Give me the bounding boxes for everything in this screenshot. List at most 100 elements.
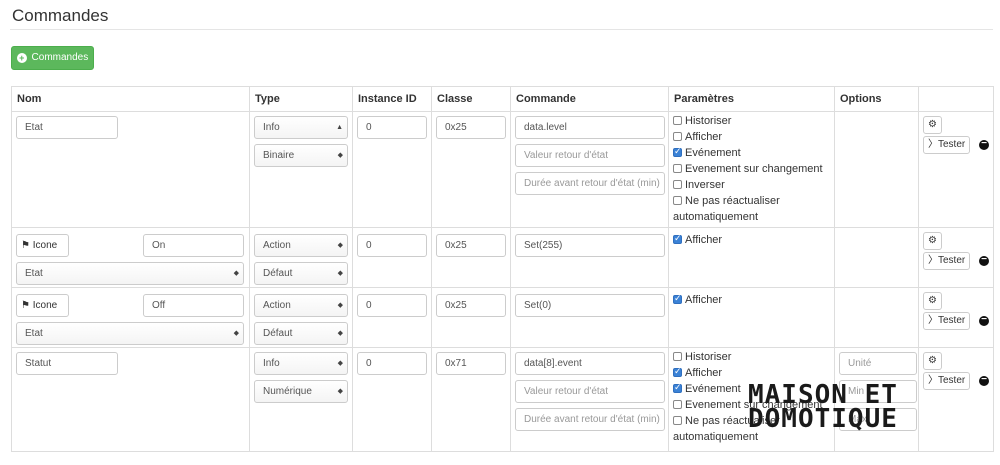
commande-input[interactable]: Set(0)	[515, 294, 665, 317]
classe-input[interactable]: 0x71	[436, 352, 506, 375]
classe-input[interactable]: 0x25	[436, 234, 506, 257]
checkbox[interactable]	[673, 233, 682, 244]
param-ne-pas-reactualiser[interactable]: Ne pas réactualiser	[673, 195, 780, 207]
checkbox[interactable]	[673, 180, 682, 189]
col-header-actions	[918, 86, 994, 112]
commande-input[interactable]: data.level	[515, 116, 665, 139]
tester-button[interactable]: 〉Tester	[923, 252, 971, 270]
col-header-options: Options	[834, 86, 919, 112]
title-divider	[10, 29, 993, 30]
gears-icon: ⚙	[928, 355, 937, 366]
commande-input[interactable]: Set(255)	[515, 234, 665, 257]
remove-icon[interactable]: −	[979, 255, 989, 266]
flag-icon: ⚑	[21, 240, 30, 251]
param-historiser[interactable]: Historiser	[673, 351, 731, 363]
name-input[interactable]: On	[143, 234, 244, 257]
param-afficher[interactable]: Afficher	[673, 366, 722, 379]
watermark-line-2: DOMOTIQUE	[748, 404, 898, 434]
param-label-continuation: automatiquement	[673, 211, 758, 223]
col-header-nom: Nom	[11, 86, 250, 112]
duree-retour-input[interactable]: Durée avant retour d'état (min)	[515, 408, 665, 431]
linked-info-select[interactable]: Etat ◆	[16, 262, 244, 285]
param-afficher[interactable]: Afficher	[673, 131, 722, 143]
rss-icon: 〉	[928, 139, 938, 150]
duree-retour-input[interactable]: Durée avant retour d'état (min)	[515, 172, 665, 195]
param-historiser[interactable]: Historiser	[673, 115, 731, 127]
table-header-row: Nom Type Instance ID Classe Commande Par…	[11, 86, 994, 112]
checkbox[interactable]	[673, 146, 682, 157]
updown-arrows-icon: ◆	[337, 388, 343, 395]
checkbox[interactable]	[673, 352, 682, 361]
type-select[interactable]: Action ◆	[254, 234, 348, 257]
updown-arrows-icon: ◆	[233, 270, 239, 277]
instance-id-input[interactable]: 0	[357, 352, 427, 375]
instance-id-input[interactable]: 0	[357, 116, 427, 139]
checkbox[interactable]	[673, 416, 682, 425]
tester-button[interactable]: 〉Tester	[923, 312, 971, 330]
add-command-label: Commandes	[31, 52, 89, 63]
checkbox[interactable]	[673, 132, 682, 141]
param-evenement[interactable]: Evénement	[673, 146, 741, 159]
classe-input[interactable]: 0x25	[436, 294, 506, 317]
param-label-continuation: automatiquement	[673, 431, 758, 443]
icon-button[interactable]: ⚑ Icone	[16, 234, 69, 257]
icon-button[interactable]: ⚑ Icone	[16, 294, 69, 317]
param-afficher[interactable]: Afficher	[673, 293, 722, 306]
table-row: ⚑ Icone On Etat ◆ Action ◆ Défaut ◆ 0 0x25 …	[11, 227, 994, 288]
name-input[interactable]: Statut	[16, 352, 118, 375]
remove-icon[interactable]: −	[979, 139, 989, 150]
retour-etat-input[interactable]: Valeur retour d'état	[515, 380, 665, 403]
checkbox[interactable]	[673, 366, 682, 377]
gears-icon: ⚙	[928, 119, 937, 130]
table-row: ⚑ Icone Off Etat ◆ Action ◆ Défaut ◆ 0 0x25…	[11, 287, 994, 348]
unit-input[interactable]: Unité	[839, 352, 917, 375]
subtype-select[interactable]: Binaire ◆	[254, 144, 348, 167]
subtype-select[interactable]: Défaut ◆	[254, 262, 348, 285]
subtype-select[interactable]: Défaut ◆	[254, 322, 348, 345]
config-button[interactable]: ⚙	[923, 116, 942, 134]
linked-info-select[interactable]: Etat ◆	[16, 322, 244, 345]
gears-icon: ⚙	[928, 295, 937, 306]
config-button[interactable]: ⚙	[923, 232, 942, 250]
tester-button[interactable]: 〉Tester	[923, 136, 971, 154]
checkbox[interactable]	[673, 196, 682, 205]
checkbox[interactable]	[673, 293, 682, 304]
checkbox[interactable]	[673, 164, 682, 173]
param-afficher[interactable]: Afficher	[673, 233, 722, 246]
watermark-logo: MAISON ET DOMOTIQUE	[748, 382, 958, 434]
retour-etat-input[interactable]: Valeur retour d'état	[515, 144, 665, 167]
classe-input[interactable]: 0x25	[436, 116, 506, 139]
name-input[interactable]: Off	[143, 294, 244, 317]
add-command-button[interactable]: + Commandes	[11, 46, 94, 70]
type-select[interactable]: Info ◆	[254, 352, 348, 375]
col-header-parametres: Paramètres	[668, 86, 835, 112]
config-button[interactable]: ⚙	[923, 352, 942, 370]
updown-arrows-icon: ◆	[337, 360, 343, 367]
col-header-instance-id: Instance ID	[352, 86, 432, 112]
param-evenement[interactable]: Evénement	[673, 382, 741, 395]
updown-arrows-icon: ◆	[337, 242, 343, 249]
updown-arrows-icon: ◆	[337, 152, 343, 159]
config-button[interactable]: ⚙	[923, 292, 942, 310]
checkbox[interactable]	[673, 400, 682, 409]
param-evenement-changement[interactable]: Evenement sur changement	[673, 163, 823, 175]
col-header-type: Type	[249, 86, 353, 112]
param-inverser[interactable]: Inverser	[673, 179, 725, 191]
updown-arrows-icon: ◆	[337, 302, 343, 309]
instance-id-input[interactable]: 0	[357, 234, 427, 257]
remove-icon[interactable]: −	[979, 375, 989, 386]
rss-icon: 〉	[928, 255, 938, 266]
col-header-classe: Classe	[431, 86, 511, 112]
checkbox[interactable]	[673, 116, 682, 125]
instance-id-input[interactable]: 0	[357, 294, 427, 317]
type-select[interactable]: Info ▲	[254, 116, 348, 139]
flag-icon: ⚑	[21, 300, 30, 311]
commande-input[interactable]: data[8].event	[515, 352, 665, 375]
subtype-select[interactable]: Numérique ◆	[254, 380, 348, 403]
remove-icon[interactable]: −	[979, 315, 989, 326]
name-input[interactable]: Etat	[16, 116, 118, 139]
col-header-commande: Commande	[510, 86, 669, 112]
rss-icon: 〉	[928, 315, 938, 326]
type-select[interactable]: Action ◆	[254, 294, 348, 317]
checkbox[interactable]	[673, 382, 682, 393]
